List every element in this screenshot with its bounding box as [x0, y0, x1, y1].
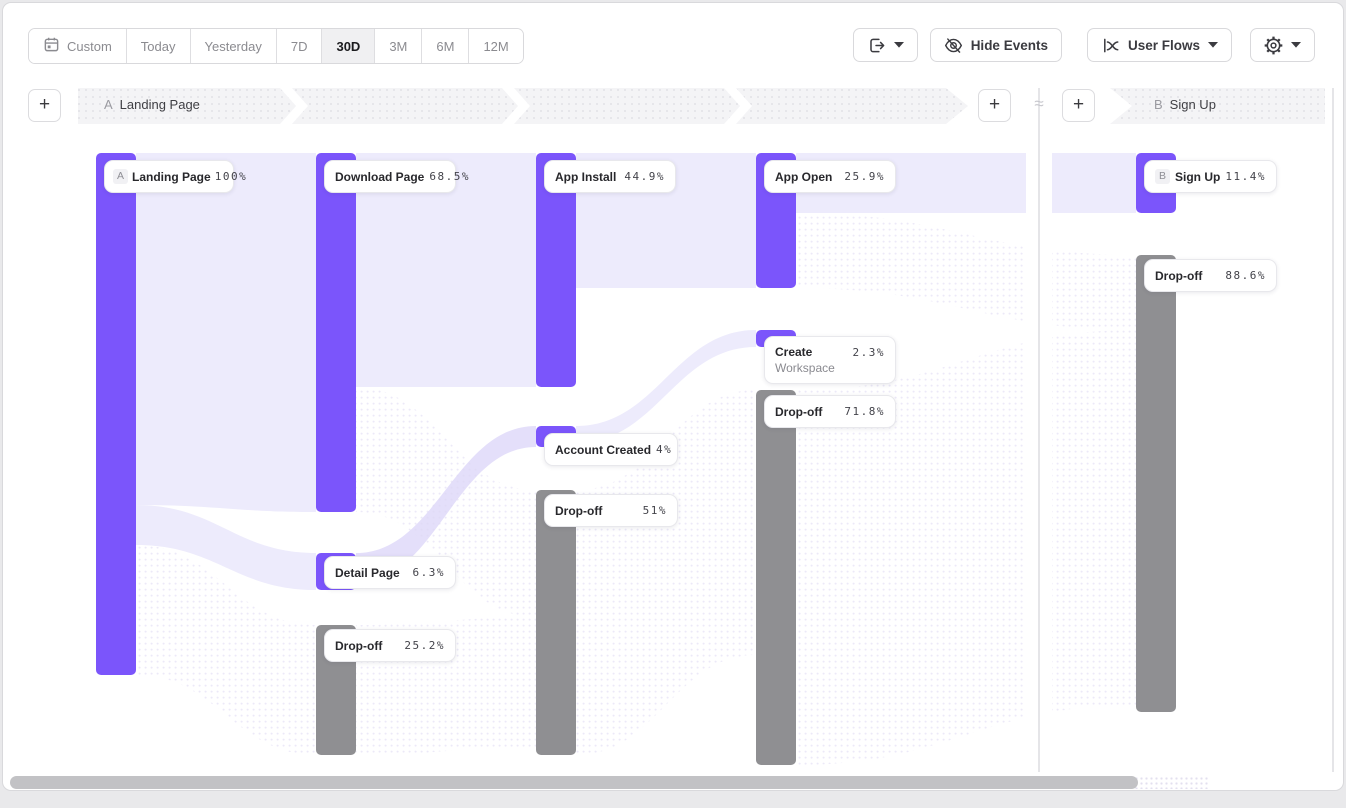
- node-card-create-workspace[interactable]: Create 2.3% Workspace: [764, 336, 896, 384]
- step-a-header[interactable]: A Landing Page: [104, 97, 200, 112]
- node-card-download-page[interactable]: Download Page 68.5%: [324, 160, 456, 193]
- node-percent: 25.2%: [404, 639, 445, 652]
- hide-events-label: Hide Events: [971, 38, 1048, 53]
- step-a-title: Landing Page: [120, 97, 200, 112]
- view-selector-button[interactable]: User Flows: [1087, 28, 1232, 62]
- settings-button[interactable]: [1250, 28, 1315, 62]
- range-label: Custom: [67, 39, 112, 54]
- range-12m[interactable]: 12M: [469, 29, 522, 63]
- dropoff-step3-bar[interactable]: [536, 490, 576, 755]
- step-header-band: [0, 88, 1346, 124]
- node-label-line2: Workspace: [775, 361, 835, 375]
- chevron-down-icon: [894, 42, 904, 48]
- node-percent: 6.3%: [413, 566, 446, 579]
- user-flows-report: Custom Today Yesterday 7D 30D 3M 6M 12M: [0, 0, 1346, 808]
- node-label: Sign Up: [1175, 170, 1220, 184]
- node-card-app-install[interactable]: App Install 44.9%: [544, 160, 676, 193]
- add-step-before-a-button[interactable]: +: [28, 89, 61, 122]
- panel-divider-a-b: [1038, 88, 1040, 772]
- node-percent: 88.6%: [1225, 269, 1266, 282]
- node-label: Download Page: [335, 170, 424, 184]
- panel-divider-right: [1332, 88, 1334, 772]
- node-label: Drop-off: [335, 639, 382, 653]
- node-label: Drop-off: [1155, 269, 1202, 283]
- landing-page-bar[interactable]: [96, 153, 136, 675]
- dropoff-signup-bar[interactable]: [1136, 255, 1176, 712]
- user-flows-icon: [1101, 36, 1120, 55]
- node-card-dropoff-step2[interactable]: Drop-off 25.2%: [324, 629, 456, 662]
- node-card-detail-page[interactable]: Detail Page 6.3%: [324, 556, 456, 589]
- eye-off-icon: [944, 36, 963, 55]
- node-label: Landing Page: [132, 170, 211, 184]
- node-label: Drop-off: [775, 405, 822, 419]
- add-step-before-b-button[interactable]: +: [1062, 89, 1095, 122]
- node-label: Account Created: [555, 443, 651, 457]
- range-yesterday[interactable]: Yesterday: [191, 29, 277, 63]
- node-percent: 68.5%: [429, 170, 470, 183]
- horizontal-scrollbar-thumb[interactable]: [10, 776, 1138, 789]
- node-letter-badge: B: [1155, 169, 1170, 184]
- dropoff-step4-bar[interactable]: [756, 390, 796, 765]
- node-percent: 4%: [656, 443, 672, 456]
- node-percent: 100%: [215, 170, 248, 183]
- gear-icon: [1264, 36, 1283, 55]
- node-percent: 11.4%: [1225, 170, 1266, 183]
- flow-appopen-to-dropb: [796, 213, 1136, 330]
- node-card-dropoff-step4[interactable]: Drop-off 71.8%: [764, 395, 896, 428]
- node-percent: 2.3%: [853, 346, 886, 359]
- node-percent: 25.9%: [844, 170, 885, 183]
- node-label: Drop-off: [555, 504, 602, 518]
- node-card-account-created[interactable]: Account Created 4%: [544, 433, 678, 466]
- step-letter: B: [1154, 97, 1163, 112]
- export-button[interactable]: [853, 28, 918, 62]
- node-label: App Open: [775, 170, 832, 184]
- scrollbar-texture: [1134, 776, 1208, 789]
- hide-events-button[interactable]: Hide Events: [930, 28, 1062, 62]
- node-label: App Install: [555, 170, 616, 184]
- calendar-icon: [43, 36, 60, 56]
- step-b-header[interactable]: B Sign Up: [1154, 97, 1216, 112]
- step-b-band: [1110, 88, 1325, 124]
- node-label-line1: Create: [775, 345, 812, 359]
- view-selector-label: User Flows: [1128, 38, 1200, 53]
- node-card-sign-up[interactable]: B Sign Up 11.4%: [1144, 160, 1277, 193]
- node-card-dropoff-signup[interactable]: Drop-off 88.6%: [1144, 259, 1277, 292]
- export-icon: [867, 36, 886, 55]
- chevron-down-icon: [1208, 42, 1218, 48]
- add-step-after-a-button[interactable]: +: [978, 89, 1011, 122]
- node-percent: 71.8%: [844, 405, 885, 418]
- chevron-down-icon: [1291, 42, 1301, 48]
- node-label: Detail Page: [335, 566, 400, 580]
- node-letter-badge: A: [113, 169, 128, 184]
- range-30d[interactable]: 30D: [322, 29, 375, 63]
- range-3m[interactable]: 3M: [375, 29, 422, 63]
- range-custom[interactable]: Custom: [29, 29, 127, 63]
- step-letter: A: [104, 97, 113, 112]
- node-card-dropoff-step3[interactable]: Drop-off 51%: [544, 494, 678, 527]
- range-7d[interactable]: 7D: [277, 29, 323, 63]
- range-today[interactable]: Today: [127, 29, 191, 63]
- approx-steps-symbol: ≈: [1026, 94, 1052, 114]
- step-b-title: Sign Up: [1170, 97, 1216, 112]
- range-6m[interactable]: 6M: [422, 29, 469, 63]
- date-range-selector: Custom Today Yesterday 7D 30D 3M 6M 12M: [28, 28, 524, 64]
- node-card-landing-page[interactable]: A Landing Page 100%: [104, 160, 234, 193]
- flow-landing-to-download: [136, 153, 316, 512]
- node-percent: 44.9%: [624, 170, 665, 183]
- node-percent: 51%: [643, 504, 667, 517]
- download-page-bar[interactable]: [316, 153, 356, 512]
- toolbar-right: Hide Events User Flows: [853, 28, 1315, 62]
- node-card-app-open[interactable]: App Open 25.9%: [764, 160, 896, 193]
